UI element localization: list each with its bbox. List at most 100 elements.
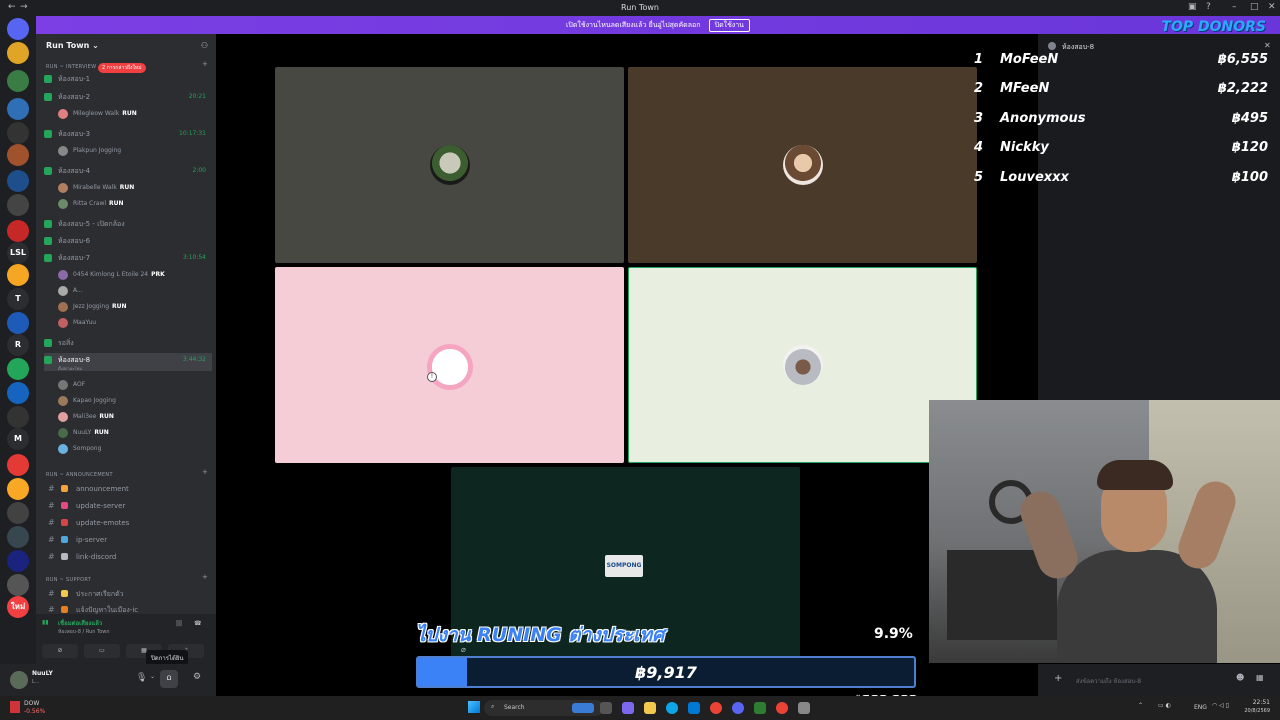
edge-icon[interactable]	[666, 702, 678, 714]
voice-user[interactable]: A...	[58, 284, 208, 297]
server-icon[interactable]	[7, 526, 29, 548]
inbox-icon[interactable]: ▣	[1188, 2, 1197, 12]
server-icon[interactable]	[7, 98, 29, 120]
voice-user[interactable]: Ritta Crawl RUN	[58, 197, 208, 210]
server-icon[interactable]	[7, 70, 29, 92]
avatar[interactable]	[10, 671, 28, 689]
video-tile-speaking[interactable]	[628, 267, 977, 463]
store-icon[interactable]	[688, 702, 700, 714]
server-icon[interactable]	[7, 574, 29, 596]
category-support[interactable]: RUN ~ SUPPORT	[46, 577, 91, 583]
close-icon[interactable]: ✕	[1268, 2, 1276, 12]
network-volume-icons[interactable]: ◠ ◁ ▯	[1212, 702, 1229, 709]
server-icon[interactable]	[7, 382, 29, 404]
server-icon[interactable]	[7, 550, 29, 572]
server-icon[interactable]	[7, 42, 29, 64]
message-input[interactable]: ส่งข้อความถึง ห้องสอบ-8	[1076, 676, 1226, 686]
language-indicator[interactable]: ENG	[1194, 704, 1207, 711]
screen-share-button[interactable]: ▭	[84, 644, 120, 658]
task-view-icon[interactable]	[600, 702, 612, 714]
microphone-icon[interactable]: 🎙	[136, 673, 147, 683]
server-icon[interactable]	[7, 406, 29, 428]
attach-plus-icon[interactable]: +	[1054, 673, 1062, 684]
voice-channel-path[interactable]: ห้องสอบ-8 / Run Town	[30, 628, 110, 636]
add-channel-icon[interactable]: +	[202, 468, 208, 476]
server-icon[interactable]	[7, 312, 29, 334]
headphones-icon[interactable]: Ω	[160, 670, 178, 688]
app-icon[interactable]	[754, 702, 766, 714]
voice-user[interactable]: Jezz Jogging RUN	[58, 300, 208, 313]
camera-off-button[interactable]: ⊘	[42, 644, 78, 658]
add-channel-icon[interactable]: +	[202, 60, 208, 68]
stock-name[interactable]: DOW	[24, 700, 39, 707]
text-channel[interactable]: # update-emotes	[44, 516, 212, 530]
server-icon[interactable]	[7, 358, 29, 380]
voice-channel[interactable]: ห้องสอบ-4 2:00	[44, 164, 212, 178]
video-tile[interactable]	[628, 67, 977, 263]
text-channel[interactable]: # ip-server	[44, 533, 212, 547]
emoji-icon[interactable]: ☻	[1236, 673, 1244, 682]
server-icon[interactable]	[7, 478, 29, 500]
voice-channel[interactable]: ห้องสอบ-5 - เปิดกล้อง	[44, 217, 212, 231]
app-icon[interactable]	[622, 702, 634, 714]
help-icon[interactable]: ?	[1206, 2, 1211, 12]
server-icon[interactable]	[7, 502, 29, 524]
voice-user[interactable]: Mirabelle Walk RUN	[58, 181, 208, 194]
server-icon[interactable]: ใหม่	[7, 596, 29, 618]
voice-user[interactable]: 0454 Kimlong L Etoile 24 PRK	[58, 268, 208, 281]
server-icon[interactable]	[7, 454, 29, 476]
server-icon[interactable]: R	[7, 334, 29, 356]
voice-channel[interactable]: รอสิ่ง	[44, 336, 212, 350]
text-channel[interactable]: # ประกาศเรียกตัว	[44, 587, 212, 601]
voice-channel[interactable]: ห้องสอบ-1	[44, 72, 212, 86]
server-icon[interactable]: LSL	[7, 242, 29, 264]
banner-button[interactable]: ปิดใช้งาน	[708, 19, 750, 32]
text-channel[interactable]: # link-discord	[44, 550, 212, 564]
voice-channel[interactable]: ห้องสอบ-3 10:17:31	[44, 127, 212, 141]
chrome-icon[interactable]	[776, 702, 788, 714]
add-member-icon[interactable]: ⚇	[201, 41, 208, 50]
clock-date[interactable]: 20/8/2569	[1236, 708, 1270, 714]
apps-icon[interactable]: ▦	[1256, 673, 1264, 682]
text-channel[interactable]: # announcement	[44, 482, 212, 496]
server-icon[interactable]	[7, 18, 29, 40]
server-icon[interactable]	[7, 144, 29, 166]
server-icon[interactable]: M	[7, 428, 29, 450]
stock-widget-icon[interactable]	[10, 701, 20, 713]
server-icon[interactable]	[7, 194, 29, 216]
server-header[interactable]: Run Town ⌄ ⚇	[36, 34, 216, 58]
start-windows-icon[interactable]	[468, 701, 480, 713]
server-icon[interactable]	[7, 170, 29, 192]
tray-icons[interactable]: ▭ ◐	[1158, 702, 1171, 709]
voice-user[interactable]: Mali3ee RUN	[58, 410, 208, 423]
text-channel[interactable]: # update-server	[44, 499, 212, 513]
clock-time[interactable]: 22:51	[1244, 699, 1270, 706]
video-tile[interactable]: !	[275, 267, 624, 463]
noise-suppression-icon[interactable]: |||	[176, 620, 182, 627]
add-channel-icon[interactable]: +	[202, 573, 208, 581]
category-interview[interactable]: RUN ~ INTERVIEW	[46, 64, 96, 70]
app-icon[interactable]	[798, 702, 810, 714]
maximize-icon[interactable]: □	[1250, 2, 1259, 12]
voice-user[interactable]: Sompong	[58, 442, 208, 455]
voice-user[interactable]: AOF	[58, 378, 208, 391]
server-icon[interactable]	[7, 264, 29, 286]
server-icon[interactable]	[7, 220, 29, 242]
category-announcement[interactable]: RUN ~ ANNOUNCEMENT	[46, 472, 113, 478]
disconnect-icon[interactable]: ☎	[194, 620, 201, 627]
signal-icon[interactable]: ▮▮	[42, 619, 49, 626]
voice-user[interactable]: Milegleow Walk RUN	[58, 107, 208, 120]
username[interactable]: NuuLY	[32, 670, 53, 677]
server-icon[interactable]	[7, 122, 29, 144]
voice-channel[interactable]: ห้องสอบ-7 3:10:54	[44, 251, 212, 265]
minimize-icon[interactable]: –	[1232, 2, 1237, 12]
video-tile[interactable]	[275, 67, 624, 263]
chrome-icon[interactable]	[710, 702, 722, 714]
voice-channel[interactable]: ห้องสอบ-6	[44, 234, 212, 248]
widget-icon[interactable]	[572, 703, 594, 713]
voice-user[interactable]: NuuLY RUN	[58, 426, 208, 439]
voice-channel[interactable]: ห้องสอบ-2 20:21	[44, 90, 212, 104]
file-explorer-icon[interactable]	[644, 702, 656, 714]
voice-user[interactable]: Kapao Jogging	[58, 394, 208, 407]
chevron-down-icon[interactable]: ⌄	[150, 673, 155, 680]
